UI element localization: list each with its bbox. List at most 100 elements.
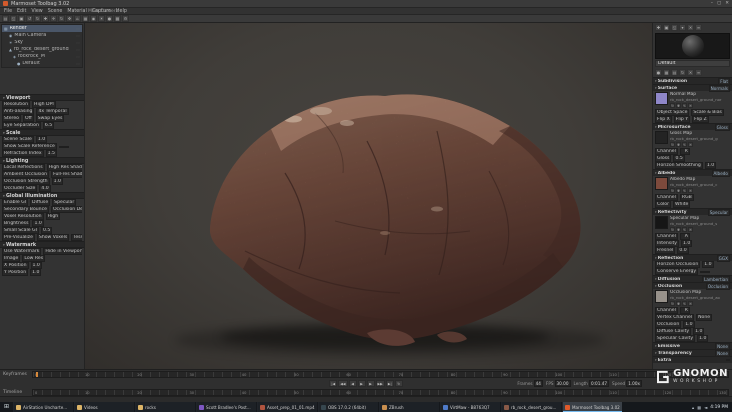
property-cell[interactable]: Enable GI: [2, 199, 29, 206]
property-cell[interactable]: 1.0: [32, 220, 44, 227]
preview-plane-icon[interactable]: ▤: [671, 69, 678, 76]
add-camera-icon[interactable]: ◉: [90, 15, 97, 22]
property-cell[interactable]: Ambient Occlusion: [2, 171, 50, 178]
render-icon[interactable]: ▩: [114, 15, 121, 22]
material-name[interactable]: Default: [655, 60, 730, 67]
material-section-header[interactable]: Subdivision Flat: [653, 77, 732, 85]
property-row[interactable]: Voxel Resolution High: [0, 213, 84, 220]
property-row[interactable]: Object Space Scale & Bias: [653, 109, 732, 116]
map-tool-icon[interactable]: ✎: [682, 301, 687, 306]
property-cell[interactable]: 1.0: [693, 328, 705, 335]
map-tool-icon[interactable]: ↻: [670, 142, 675, 147]
go-to-end-button[interactable]: ▶|: [385, 380, 394, 387]
property-row[interactable]: Channel A: [653, 233, 732, 240]
keyframes-ruler[interactable]: 0102030405060708090100110120130: [32, 371, 729, 378]
map-tool-icon[interactable]: ✎: [682, 103, 687, 108]
property-cell[interactable]: 4.0: [39, 185, 51, 192]
material-options-icon[interactable]: ≡: [695, 69, 702, 76]
taskbar-app-button[interactable]: Scott Bradlee's Post...: [196, 402, 256, 412]
material-section-header[interactable]: Microsurface Gloss: [653, 123, 732, 131]
map-tool-icon[interactable]: ✚: [676, 188, 681, 193]
taskbar-app-button[interactable]: OBS 17.0.2 (64bit): [318, 402, 378, 412]
property-cell[interactable]: Show Voxels: [36, 234, 70, 241]
property-row[interactable]: Color White: [653, 201, 732, 208]
property-cell[interactable]: Show Scale Reference: [2, 143, 57, 150]
property-cell[interactable]: High: [45, 213, 61, 220]
property-row[interactable]: Resolution High DPI: [0, 101, 84, 108]
playhead[interactable]: [36, 372, 38, 377]
property-cell[interactable]: Refraction Index: [2, 150, 44, 157]
property-cell[interactable]: 0.5: [673, 155, 685, 162]
property-row[interactable]: Local ReflectionsHigh Res Shadows: [0, 164, 84, 171]
property-row[interactable]: Fresnel 0.0: [653, 247, 732, 254]
material-section-mode-select[interactable]: [726, 359, 730, 361]
property-cell[interactable]: 1.0: [681, 240, 693, 247]
map-tool-icon[interactable]: ✎: [682, 142, 687, 147]
property-cell[interactable]: Swap Eyes: [35, 115, 65, 122]
material-section-mode-select[interactable]: Normals: [708, 84, 730, 92]
property-cell[interactable]: Scene Scale: [2, 136, 34, 143]
property-cell[interactable]: Stereo: [2, 115, 21, 122]
property-cell[interactable]: Conserve Energy: [655, 268, 699, 275]
property-cell[interactable]: RGB: [679, 194, 694, 201]
property-row[interactable]: Channel R: [653, 148, 732, 155]
property-cell[interactable]: 6.5: [42, 122, 55, 129]
menu-item[interactable]: Edit: [17, 9, 26, 14]
property-row[interactable]: Refraction Index 1.5: [0, 150, 84, 157]
map-tool-icon[interactable]: ✚: [676, 142, 681, 147]
property-cell[interactable]: Channel: [655, 194, 678, 201]
property-cell[interactable]: Channel: [655, 148, 678, 155]
property-cell[interactable]: X Position: [2, 262, 29, 269]
material-section-header[interactable]: Reflectivity Specular: [653, 208, 732, 216]
property-cell[interactable]: Color: [655, 201, 671, 208]
map-tool-icon[interactable]: ✚: [676, 227, 681, 232]
property-cell[interactable]: Channel: [655, 307, 678, 314]
property-row[interactable]: Flip X Flip Y Flip Z: [653, 116, 732, 123]
property-cell[interactable]: Diffuse: [30, 199, 51, 206]
property-cell[interactable]: Specular: [52, 199, 77, 206]
volume-icon[interactable]: ◄: [704, 405, 707, 410]
material-section-mode-select[interactable]: Specular: [707, 208, 730, 216]
map-tool-icon[interactable]: ✚: [676, 103, 681, 108]
map-tool-icon[interactable]: ✎: [682, 188, 687, 193]
property-cell[interactable]: Gloss: [655, 155, 672, 162]
map-tool-icon[interactable]: ✕: [688, 142, 693, 147]
redo-icon[interactable]: ↻: [34, 15, 41, 22]
property-row[interactable]: Image Low Res: [0, 255, 84, 262]
timeline-field-value[interactable]: 30.00: [554, 380, 571, 387]
menu-item[interactable]: Material: [67, 9, 87, 14]
property-cell[interactable]: Flip X: [655, 116, 672, 123]
material-section-header[interactable]: Emissive None: [653, 342, 732, 350]
next-keyframe-button[interactable]: ▶▶: [375, 380, 385, 387]
next-frame-button[interactable]: ▶: [366, 380, 375, 387]
property-cell[interactable]: Occlusion Detail: [50, 206, 82, 213]
pivot-toggle-icon[interactable]: ⌂: [74, 15, 81, 22]
add-material-icon[interactable]: ●: [106, 15, 113, 22]
normal-map-thumbnail[interactable]: [655, 92, 668, 105]
property-cell[interactable]: Scale & Bias: [691, 109, 724, 116]
add-light-icon[interactable]: ☀: [98, 15, 105, 22]
property-cell[interactable]: 1.0: [51, 178, 63, 185]
property-row[interactable]: Gloss 0.5: [653, 155, 732, 162]
property-cell[interactable]: 0.0: [677, 247, 689, 254]
map-tool-icon[interactable]: ✚: [676, 301, 681, 306]
property-cell[interactable]: Tessellation: [71, 234, 82, 241]
undo-icon[interactable]: ↺: [26, 15, 33, 22]
material-section-mode-select[interactable]: Occlusion: [705, 282, 730, 290]
property-cell[interactable]: Fresnel: [655, 247, 676, 254]
timeline-field-value[interactable]: 1.00x: [626, 380, 642, 387]
material-section-mode-select[interactable]: Lambertian: [702, 275, 730, 283]
material-section-mode-select[interactable]: Gloss: [714, 123, 730, 131]
property-row[interactable]: Pre-VisualizeShow VoxelsTessellation: [0, 234, 84, 241]
property-cell[interactable]: Flip Y: [673, 116, 691, 123]
property-cell[interactable]: Occlusion: [655, 321, 682, 328]
loop-button[interactable]: ↻: [394, 380, 403, 387]
property-cell[interactable]: Occlusion Strength: [2, 178, 50, 185]
taskbar-app-button[interactable]: AirStation Uncharte...: [13, 402, 73, 412]
property-cell[interactable]: 1.0: [30, 262, 42, 269]
property-cell[interactable]: Diffuse Cavity: [655, 328, 692, 335]
play-button[interactable]: ▶: [357, 380, 366, 387]
scene-tree-item[interactable]: ▲ rb_rock_desert_ground: [2, 46, 82, 53]
scene-tree-item[interactable]: ◈ rockrock_M: [2, 53, 82, 60]
taskbar-app-button[interactable]: Marmoset Toolbag 3.02: [562, 402, 622, 412]
